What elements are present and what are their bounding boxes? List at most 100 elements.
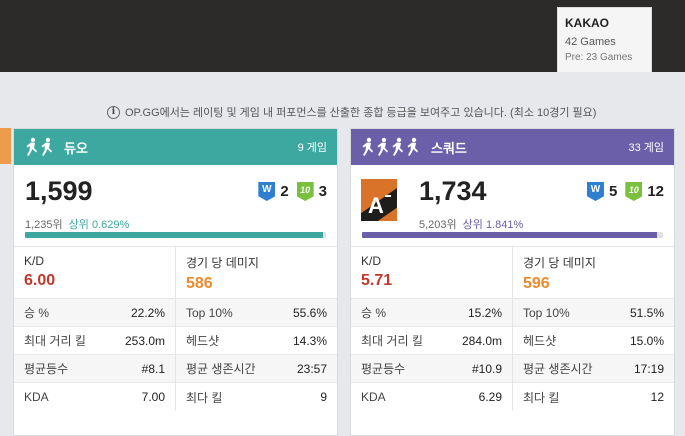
duo-mode-label: 듀오 — [64, 140, 88, 156]
stat-value: 51.5% — [629, 305, 664, 320]
stat-label: 헤드샷 — [186, 334, 220, 348]
duo-top10: 3 — [318, 183, 327, 200]
squad-mode-label: 스쿼드 — [431, 140, 467, 156]
info-notice: i OP.GG에서는 레이팅 및 게임 내 퍼포먼스를 산출한 종합 등급을 보… — [107, 104, 677, 120]
squad-top10: 12 — [647, 183, 664, 200]
stat-row: Top 10% 55.6% — [176, 299, 337, 327]
stat-value: 7.00 — [141, 390, 165, 404]
stat-value: 22.2% — [130, 305, 165, 320]
running-players-icon — [24, 137, 58, 157]
server-games: 42 Games — [565, 36, 616, 48]
duo-card: 듀오 9 게임 1,599 1,235위 상위 0.629% W 2 10 3 K… — [13, 128, 338, 436]
squad-stat-col-right: Top 10% 51.5% 헤드샷 15.0% 평균 생존시간 17:19 최다 킬 1… — [512, 299, 674, 411]
stat-row: KDA 7.00 — [14, 383, 175, 411]
duo-damage-value: 586 — [186, 275, 213, 292]
duo-rank-line: 1,235위 상위 0.629% — [25, 216, 129, 232]
stat-label: 승 % — [361, 306, 387, 320]
duo-kd-value: 6.00 — [24, 272, 56, 289]
squad-card: 스쿼드 33 게임 A 1,734 5,203위 상위 1.841% W 5 10… — [350, 128, 675, 436]
duo-damage-label: 경기 당 데미지 — [186, 256, 259, 270]
info-text: OP.GG에서는 레이팅 및 게임 내 퍼포먼스를 산출한 종합 등급을 보여주… — [125, 107, 597, 119]
stat-label: KDA — [361, 390, 386, 404]
stat-row: 최대 거리 킬 253.0m — [14, 327, 175, 355]
squad-damage-label: 경기 당 데미지 — [523, 256, 596, 270]
squad-wins: 5 — [608, 183, 618, 200]
stat-value: 253.0m — [124, 333, 165, 348]
win-badge-icon: W — [258, 182, 276, 201]
duo-header: 듀오 9 게임 — [14, 129, 337, 165]
duo-damage-cell: 경기 당 데미지 586 — [175, 247, 337, 298]
stat-value: #10.9 — [471, 361, 502, 376]
duo-stat-col-left: 승 % 22.2% 최대 거리 킬 253.0m 평균등수 #8.1 KDA 7.00 — [14, 299, 175, 411]
duo-win-badges: W 2 10 3 — [258, 182, 327, 201]
stat-label: 최대 거리 킬 — [361, 334, 423, 348]
duo-rating-area: 1,599 1,235위 상위 0.629% W 2 10 3 — [14, 165, 337, 247]
win-badge-icon: W — [586, 182, 604, 201]
stat-label: Top 10% — [186, 305, 233, 320]
duo-rating-progress — [25, 232, 326, 238]
stat-label: Top 10% — [523, 305, 570, 320]
squad-rating-progress — [362, 232, 663, 238]
duo-rating: 1,599 — [25, 176, 93, 206]
solo-card-edge — [0, 128, 11, 164]
stat-value: 12 — [650, 390, 664, 404]
duo-kd-cell: K/D 6.00 — [14, 247, 175, 298]
stat-value: #8.1 — [141, 361, 165, 376]
stat-row: 평균등수 #10.9 — [351, 355, 512, 383]
duo-stat-grid: 승 % 22.2% 최대 거리 킬 253.0m 평균등수 #8.1 KDA 7.00 … — [14, 299, 337, 411]
stat-row: 최다 킬 12 — [513, 383, 674, 411]
squad-damage-value: 596 — [523, 275, 550, 292]
stat-value: 23:57 — [296, 361, 327, 376]
stat-value: 17:19 — [633, 361, 664, 376]
stat-row: 평균등수 #8.1 — [14, 355, 175, 383]
running-players-icon — [361, 137, 425, 157]
stat-label: 평균 생존시간 — [523, 362, 593, 376]
stat-row: 최다 킬 9 — [176, 383, 337, 411]
stat-row: 평균 생존시간 23:57 — [176, 355, 337, 383]
squad-damage-cell: 경기 당 데미지 596 — [512, 247, 674, 298]
squad-top-percent: 상위 1.841% — [462, 219, 524, 231]
stat-row: 헤드샷 15.0% — [513, 327, 674, 355]
stat-label: KDA — [24, 390, 49, 404]
duo-kd-label: K/D — [24, 254, 45, 268]
stat-value: 284.0m — [461, 333, 502, 348]
stat-row: 평균 생존시간 17:19 — [513, 355, 674, 383]
squad-win-badges: W 5 10 12 — [586, 182, 664, 201]
stat-value: 55.6% — [292, 305, 327, 320]
stat-row: Top 10% 51.5% — [513, 299, 674, 327]
top10-badge-icon: 10 — [625, 182, 643, 201]
tier-letter: A — [368, 193, 384, 218]
squad-rank-line: 5,203위 상위 1.841% — [419, 216, 523, 232]
duo-kd-row: K/D 6.00 경기 당 데미지 586 — [14, 247, 337, 299]
info-icon: i — [107, 105, 120, 119]
stat-value: 14.3% — [292, 333, 327, 348]
stat-value: 9 — [320, 390, 327, 404]
stat-label: 최다 킬 — [186, 390, 223, 405]
server-pre-games: Pre: 23 Games — [565, 52, 633, 63]
stat-row: 최대 거리 킬 284.0m — [351, 327, 512, 355]
top10-badge-icon: 10 — [296, 182, 314, 201]
stat-label: 최다 킬 — [523, 390, 560, 405]
stat-value: 6.29 — [478, 390, 502, 404]
squad-stat-grid: 승 % 15.2% 최대 거리 킬 284.0m 평균등수 #10.9 KDA 6.29… — [351, 299, 674, 411]
squad-kd-cell: K/D 5.71 — [351, 247, 512, 298]
duo-rating-progress-fill — [25, 232, 323, 238]
stat-value: 15.0% — [629, 333, 664, 348]
stat-label: 최대 거리 킬 — [24, 334, 86, 348]
stat-label: 헤드샷 — [523, 334, 557, 348]
squad-games-count: 33 게임 — [628, 142, 664, 154]
server-summary-card[interactable]: KAKAO 42 Games Pre: 23 Games — [557, 7, 652, 72]
squad-rating-progress-fill — [362, 232, 657, 238]
duo-top-percent: 상위 0.629% — [68, 219, 130, 231]
stat-row: 승 % 22.2% — [14, 299, 175, 327]
stat-label: 승 % — [24, 306, 50, 320]
duo-games-count: 9 게임 — [297, 142, 327, 154]
duo-stat-col-right: Top 10% 55.6% 헤드샷 14.3% 평균 생존시간 23:57 최다 킬 9 — [175, 299, 337, 411]
stat-row: 승 % 15.2% — [351, 299, 512, 327]
squad-rating-area: A 1,734 5,203위 상위 1.841% W 5 10 12 — [351, 165, 674, 247]
stat-row: KDA 6.29 — [351, 383, 512, 411]
squad-rating: 1,734 — [419, 176, 487, 206]
stat-label: 평균 생존시간 — [186, 362, 256, 376]
stat-label: 평균등수 — [361, 362, 406, 376]
tier-badge-icon: A — [361, 179, 397, 221]
